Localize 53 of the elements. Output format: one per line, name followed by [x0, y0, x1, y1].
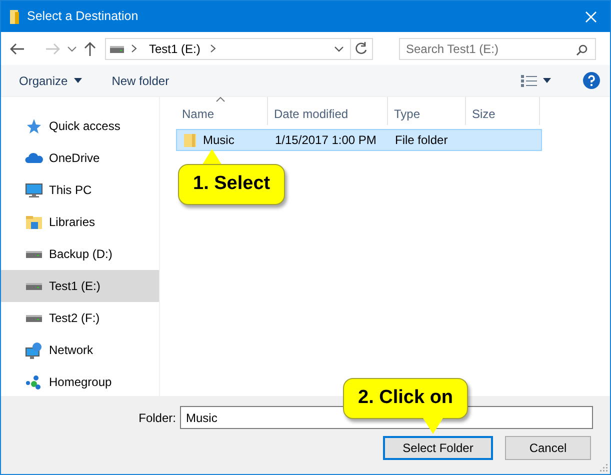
search-field[interactable]: Search Test1 (E:): [399, 38, 596, 60]
column-header[interactable]: Size: [466, 97, 540, 125]
file-date: 1/15/2017 1:00 PM: [274, 132, 378, 149]
caret-icon: [74, 78, 82, 83]
new-folder-button[interactable]: New folder: [112, 70, 170, 92]
drive-icon: [25, 314, 43, 322]
view-icon: [521, 74, 537, 86]
drive-icon: [109, 44, 125, 54]
callout-pointer-icon: [423, 418, 443, 434]
window-title: Select a Destination: [27, 8, 138, 26]
dropdown-icon[interactable]: [334, 44, 344, 52]
drive-icon: [25, 282, 43, 290]
search-icon: [576, 44, 588, 56]
organize-menu[interactable]: Organize: [19, 70, 82, 92]
help-icon[interactable]: [583, 72, 600, 89]
drive-icon: [25, 250, 43, 258]
file-name: Music: [203, 132, 234, 149]
folder-label: Folder:: [138, 410, 176, 426]
callout: 1. Select: [178, 164, 286, 204]
sidebar-item[interactable]: Backup (D:): [1, 238, 159, 270]
column-header[interactable]: Type: [388, 97, 466, 125]
homegroup-icon: [25, 374, 43, 390]
caret-icon: [543, 78, 551, 83]
star-icon: [25, 118, 43, 134]
view-menu[interactable]: [521, 72, 551, 88]
folder-icon: [183, 132, 197, 148]
select-folder-button[interactable]: Select Folder: [383, 436, 493, 460]
library-icon: [25, 214, 43, 230]
chevron-icon: [210, 44, 216, 53]
close-icon[interactable]: [584, 10, 598, 24]
monitor-icon: [25, 182, 43, 198]
dropdown-icon[interactable]: [67, 44, 77, 52]
back-icon[interactable]: [9, 42, 25, 56]
cancel-button[interactable]: Cancel: [505, 436, 591, 460]
sidebar-item[interactable]: Network: [1, 334, 159, 366]
sidebar-item[interactable]: Homegroup: [1, 366, 159, 398]
chevron-icon: [131, 44, 137, 53]
sidebar-item[interactable]: Test2 (F:): [1, 302, 159, 334]
sidebar-item[interactable]: Libraries: [1, 206, 159, 238]
up-icon[interactable]: [83, 40, 97, 56]
file-row[interactable]: Music 1/15/2017 1:00 PM File folder: [176, 129, 542, 151]
column-header[interactable]: Name: [176, 97, 268, 125]
sidebar-item[interactable]: Test1 (E:): [1, 270, 159, 302]
resize-grip-icon: [600, 464, 608, 472]
callout: 2. Click on: [343, 378, 468, 418]
column-header[interactable]: Date modified: [268, 97, 388, 125]
sidebar-item[interactable]: Quick access: [1, 110, 159, 142]
network-icon: [25, 342, 43, 358]
sidebar-item[interactable]: This PC: [1, 174, 159, 206]
file-type: File folder: [394, 132, 449, 149]
folder-icon: [9, 8, 21, 24]
path-segment[interactable]: Test1 (E:): [149, 38, 200, 60]
sidebar-item[interactable]: OneDrive: [1, 142, 159, 174]
